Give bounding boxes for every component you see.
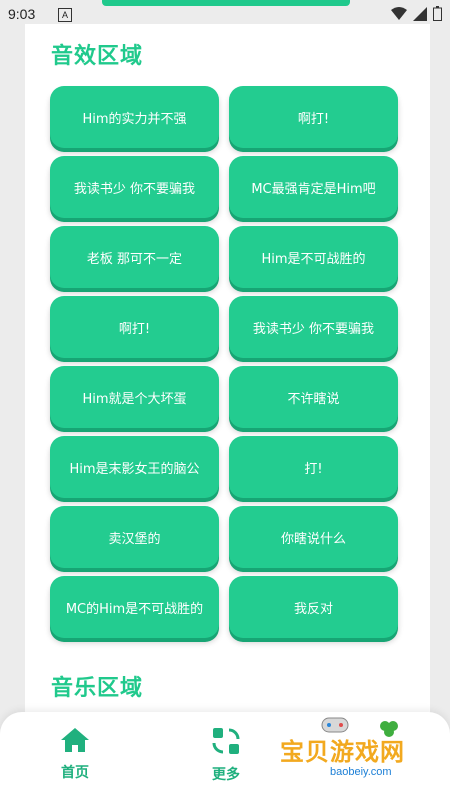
status-time: 9:03	[8, 6, 36, 22]
signal-icon	[413, 6, 427, 21]
status-icons	[391, 6, 442, 21]
sound-button[interactable]: 我读书少 你不要骗我	[229, 296, 398, 358]
top-accent-bar	[102, 0, 350, 6]
sound-button[interactable]: Him是不可战胜的	[229, 226, 398, 288]
nav-more-label: 更多	[212, 767, 240, 783]
nav-more[interactable]: 更多	[196, 726, 256, 784]
sound-button-grid: Him的实力并不强 啊打! 我读书少 你不要骗我 MC最强肯定是Him吧 老板 那可不一…	[50, 86, 400, 638]
sound-button[interactable]: 我反对	[229, 576, 398, 638]
music-section-title: 音乐区域	[51, 676, 144, 701]
sound-button[interactable]: MC最强肯定是Him吧	[229, 156, 398, 218]
sound-button[interactable]: 卖汉堡的	[50, 506, 219, 568]
sound-button[interactable]: 打!	[229, 436, 398, 498]
notification-icon: A	[58, 8, 72, 22]
sound-button[interactable]: MC的Him是不可战胜的	[50, 576, 219, 638]
battery-icon	[433, 6, 442, 21]
sound-button[interactable]: 啊打!	[50, 296, 219, 358]
content-card[interactable]: 音效区域 Him的实力并不强 啊打! 我读书少 你不要骗我 MC最强肯定是Him吧 老板…	[25, 24, 430, 724]
more-icon	[212, 728, 240, 754]
sound-button[interactable]: 你瞎说什么	[229, 506, 398, 568]
sound-button[interactable]: 我读书少 你不要骗我	[50, 156, 219, 218]
nav-home-label: 首页	[61, 765, 89, 781]
sound-button[interactable]: Him的实力并不强	[50, 86, 219, 148]
home-icon	[61, 728, 89, 752]
sound-button[interactable]: 老板 那可不一定	[50, 226, 219, 288]
watermark-url: baobeiy.com	[328, 766, 394, 778]
gamepad-icon	[321, 717, 349, 733]
wifi-icon	[391, 6, 407, 20]
sound-section-title: 音效区域	[51, 44, 144, 69]
sound-button[interactable]: 啊打!	[229, 86, 398, 148]
watermark-text: 宝贝游戏网	[280, 738, 405, 766]
watermark-logo: 宝贝游戏网 baobeiy.com	[268, 714, 438, 794]
nav-home[interactable]: 首页	[45, 726, 105, 782]
sound-button[interactable]: Him就是个大坏蛋	[50, 366, 219, 428]
sound-button[interactable]: Him是末影女王的脑公	[50, 436, 219, 498]
sound-button[interactable]: 不许瞎说	[229, 366, 398, 428]
